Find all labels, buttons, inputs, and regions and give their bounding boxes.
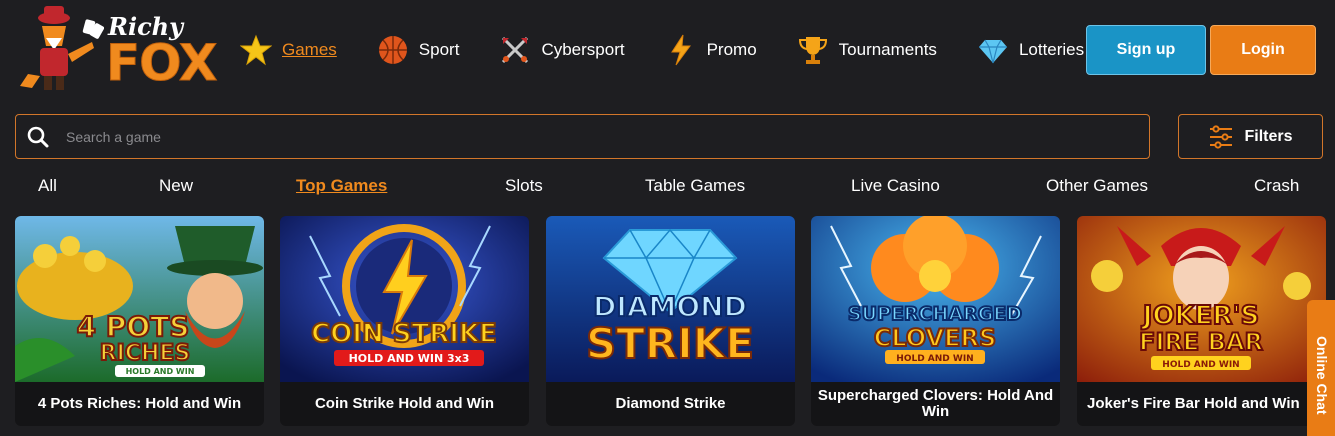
game-card-supercharged-clovers[interactable]: SUPERCHARGED CLOVERS HOLD AND WIN Superc… [811,216,1060,426]
art-title-line2: HOLD AND WIN 3x3 [349,352,470,365]
fox-mascot-icon [20,6,104,90]
sign-up-button[interactable]: Sign up [1086,25,1206,75]
tab-top-games[interactable]: Top Games [296,176,387,196]
nav-label: Lotteries [1018,40,1085,59]
tab-live-casino[interactable]: Live Casino [851,176,940,196]
nav-item-games[interactable]: Games [240,34,337,66]
nav-label: Games [282,40,337,59]
nav-item-promo[interactable]: Promo [665,34,757,66]
game-thumbnail: SUPERCHARGED CLOVERS HOLD AND WIN [811,216,1060,382]
nav-item-lotteries[interactable]: Lotteries [977,34,1084,66]
game-title: Diamond Strike [615,395,726,412]
search-bar [15,114,1150,159]
tab-all[interactable]: All [38,176,57,196]
online-chat-button[interactable]: Online Chat [1307,300,1335,436]
search-input[interactable] [66,128,966,145]
game-title: 4 Pots Riches: Hold and Win [37,395,242,412]
game-thumbnail: COIN STRIKE HOLD AND WIN 3x3 [280,216,529,382]
game-card-coin-strike[interactable]: COIN STRIKE HOLD AND WIN 3x3 Coin Strike… [280,216,529,426]
art-title-line1: SUPERCHARGED [848,303,1022,325]
lightning-icon [670,34,691,66]
nav-item-cybersport[interactable]: Cybersport [499,34,625,66]
game-thumbnail: DIAMOND STRIKE [546,216,795,382]
game-thumbnail: 4 POTS RICHES HOLD AND WIN [15,216,264,382]
art-title-line3: HOLD AND WIN [896,354,973,364]
tab-other-games[interactable]: Other Games [1046,176,1148,196]
art-title-line2: FIRE BAR [1139,328,1263,356]
game-title: Supercharged Clovers: Hold And Win [817,387,1054,420]
game-card-4-pots-riches[interactable]: 4 POTS RICHES HOLD AND WIN 4 Pots Riches… [15,216,264,426]
login-button[interactable]: Login [1210,25,1316,75]
game-thumbnail: JOKER'S FIRE BAR HOLD AND WIN [1077,216,1326,382]
nav-item-tournaments[interactable]: Tournaments [797,34,937,66]
nav-label: Cybersport [541,40,625,59]
game-card-diamond-strike[interactable]: DIAMOND STRIKE Diamond Strike [546,216,795,426]
art-title-line3: HOLD AND WIN [126,367,195,376]
nav-label: Sport [418,40,460,59]
online-chat-label: Online Chat [1314,336,1330,415]
star-icon [240,34,272,66]
nav-item-sport[interactable]: Sport [377,34,460,66]
crossed-swords-icon [502,36,529,64]
category-tabs: All New Top Games Slots Table Games Live… [0,176,1335,198]
tab-table-games[interactable]: Table Games [645,176,745,196]
filters-button[interactable]: Filters [1178,114,1323,159]
main-nav: Games Sport Cybersport Promo Tournaments… [240,30,1124,70]
tab-slots[interactable]: Slots [505,176,543,196]
search-icon [27,126,49,147]
logo-text-fox: FOX [105,34,217,93]
art-title-line1: 4 POTS [77,310,190,343]
nav-label: Tournaments [838,40,937,59]
richy-fox-logo[interactable]: Richy FOX [14,6,218,94]
art-title-line1: JOKER'S [1141,301,1259,331]
game-title: Joker's Fire Bar Hold and Win [1087,395,1300,412]
art-title-line3: HOLD AND WIN [1162,360,1239,370]
art-title-line2: CLOVERS [874,324,997,352]
basketball-icon [378,36,407,64]
art-title-line1: COIN STRIKE [311,319,497,349]
tab-new[interactable]: New [159,176,193,196]
art-title-line2: RICHES [100,341,191,366]
sliders-icon [1210,124,1233,149]
tab-crash[interactable]: Crash [1254,176,1299,196]
art-title-line2: STRIKE [586,319,754,368]
trophy-icon [798,37,827,64]
game-title: Coin Strike Hold and Win [314,395,495,412]
diamond-icon [978,39,1007,64]
game-card-jokers-fire-bar[interactable]: JOKER'S FIRE BAR HOLD AND WIN Joker's Fi… [1077,216,1326,426]
filters-label: Filters [1244,127,1293,145]
nav-label: Promo [706,40,757,59]
